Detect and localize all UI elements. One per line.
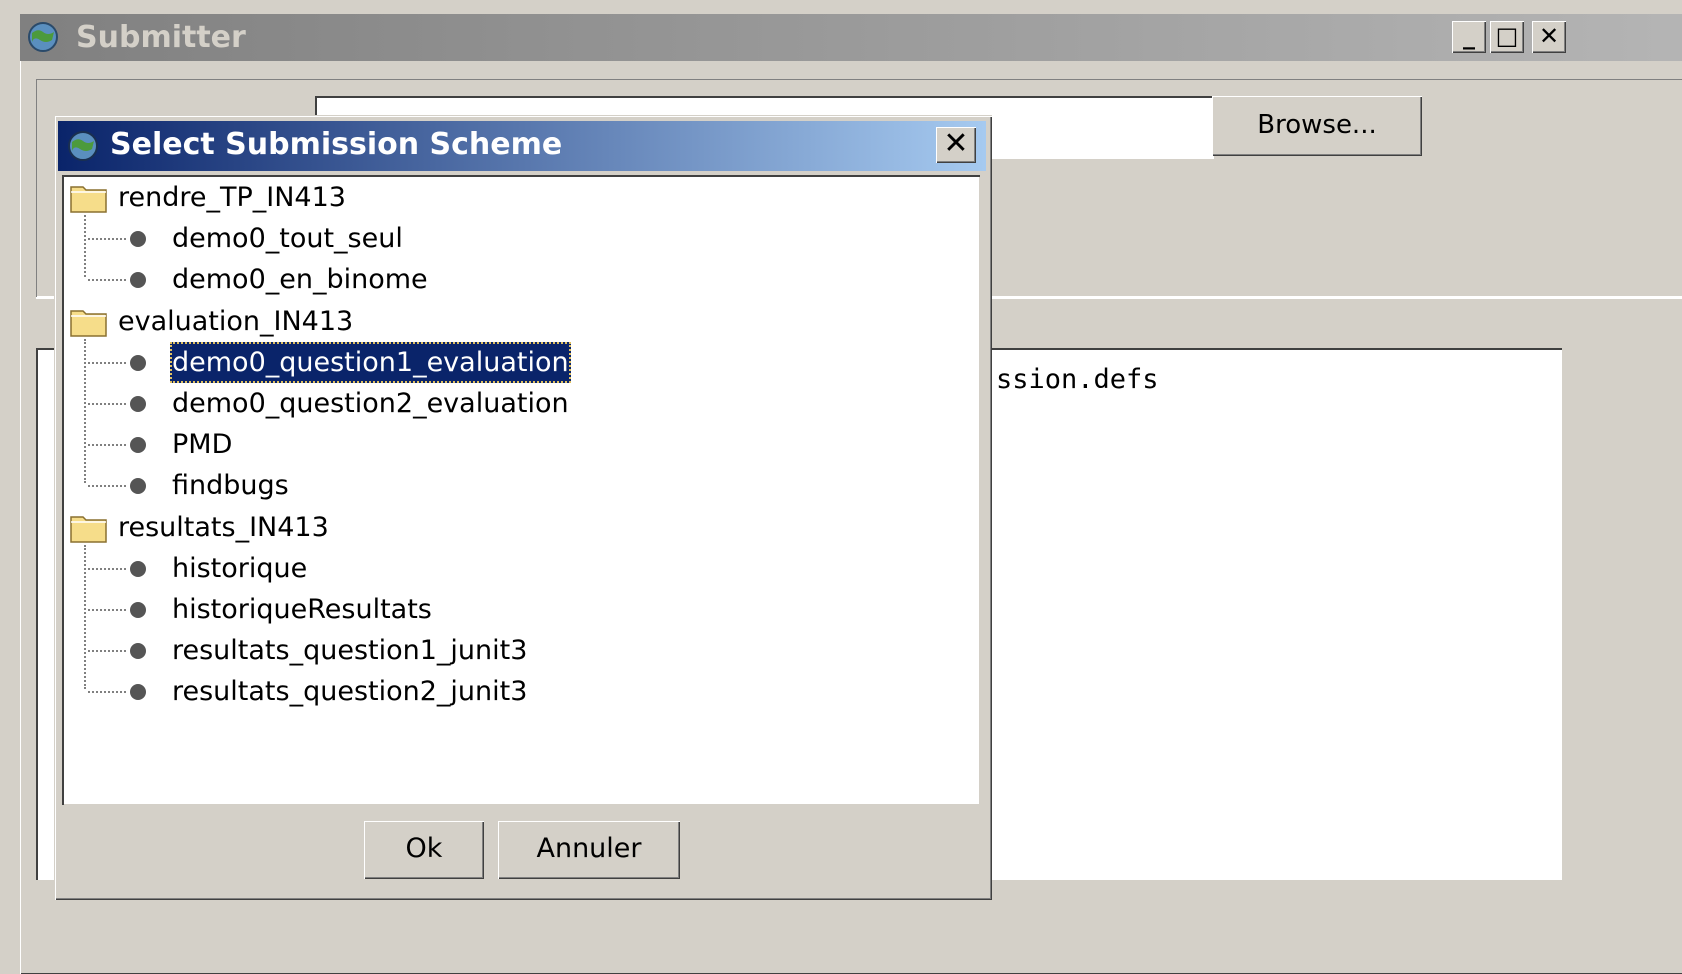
leaf-bullet-icon	[130, 396, 146, 412]
tree-folder-label: rendre_TP_IN413	[118, 182, 346, 213]
leaf-bullet-icon	[130, 643, 146, 659]
folder-icon	[70, 186, 107, 213]
tree-item-label: historique	[172, 553, 308, 584]
close-icon: ✕	[943, 126, 969, 161]
globe-icon	[28, 22, 58, 52]
tree-connector	[84, 215, 86, 277]
cancel-button[interactable]: Annuler	[498, 821, 680, 879]
folder-icon	[70, 310, 107, 337]
leaf-bullet-icon	[130, 272, 146, 288]
leaf-bullet-icon	[130, 231, 146, 247]
tree-connector	[88, 485, 126, 487]
maximize-button[interactable]: □	[1490, 21, 1524, 53]
minimize-button[interactable]: _	[1452, 21, 1486, 53]
leaf-bullet-icon	[130, 684, 146, 700]
leaf-bullet-icon	[130, 602, 146, 618]
tree-connector	[88, 403, 126, 405]
leaf-bullet-icon	[130, 355, 146, 371]
tree-item-label: demo0_question1_evaluation	[170, 342, 571, 383]
main-window-title: Submitter	[76, 20, 246, 55]
tree-connector	[84, 339, 86, 483]
tree-connector	[88, 691, 126, 693]
tree-connector	[88, 238, 126, 240]
leaf-bullet-icon	[130, 478, 146, 494]
tree-item-label: resultats_question2_junit3	[172, 676, 528, 707]
folder-icon	[70, 516, 107, 543]
tree-connector	[88, 362, 126, 364]
minimize-icon: _	[1463, 22, 1475, 50]
tree-connector	[88, 444, 126, 446]
tree-item-label: demo0_en_binome	[172, 264, 428, 295]
globe-icon	[68, 131, 98, 161]
ok-button[interactable]: Ok	[364, 821, 484, 879]
tree-connector	[88, 609, 126, 611]
tree-item-label: findbugs	[172, 470, 289, 501]
leaf-bullet-icon	[130, 561, 146, 577]
dialog-title: Select Submission Scheme	[110, 127, 563, 162]
tree-connector	[88, 650, 126, 652]
dialog-title-bar[interactable]: Select Submission Scheme ✕	[58, 121, 986, 171]
leaf-bullet-icon	[130, 437, 146, 453]
tree-connector	[88, 279, 126, 281]
scheme-tree[interactable]: rendre_TP_IN413 demo0_tout_seul demo0_en…	[62, 175, 980, 805]
close-button[interactable]: ✕	[1532, 21, 1566, 53]
tree-item-label: demo0_question2_evaluation	[172, 388, 569, 419]
select-submission-scheme-dialog: Select Submission Scheme ✕ rendre_TP_IN4…	[54, 115, 992, 900]
output-text: ssion.defs	[996, 364, 1159, 395]
tree-item-label: historiqueResultats	[172, 594, 432, 625]
maximize-icon: □	[1495, 22, 1519, 50]
tree-connector	[84, 545, 86, 689]
tree-folder-label: evaluation_IN413	[118, 306, 354, 337]
tree-item-label: PMD	[172, 429, 233, 460]
tree-item-label: resultats_question1_junit3	[172, 635, 528, 666]
tree-folder-label: resultats_IN413	[118, 512, 329, 543]
main-title-bar[interactable]: Submitter _ □ ✕	[20, 14, 1682, 61]
close-icon: ✕	[1538, 22, 1560, 50]
tree-item-label: demo0_tout_seul	[172, 223, 403, 254]
dialog-close-button[interactable]: ✕	[936, 127, 976, 163]
tree-connector	[88, 568, 126, 570]
browse-button[interactable]: Browse...	[1212, 96, 1422, 156]
